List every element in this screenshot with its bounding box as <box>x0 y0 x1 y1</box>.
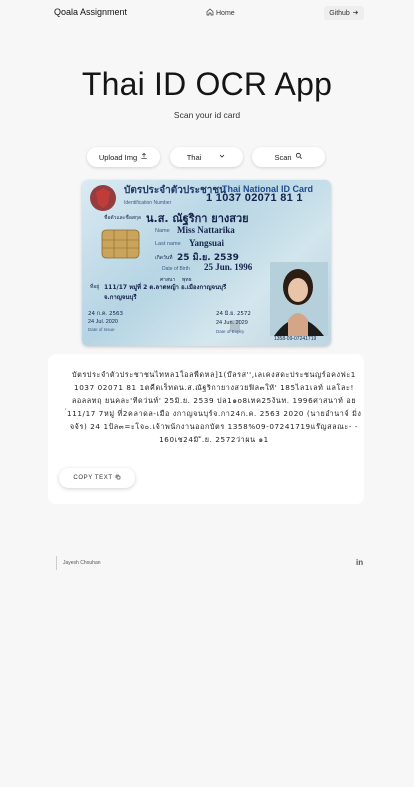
card-name-en: Miss Nattarika <box>177 225 235 235</box>
language-value: Thai <box>186 152 202 162</box>
card-id-label: Identification Number <box>124 200 172 206</box>
brand-title[interactable]: Qoala Assignment <box>54 7 127 17</box>
card-expiry-en: 24 Jun. 2029 <box>216 320 248 326</box>
footer-divider <box>56 556 57 570</box>
scan-button[interactable]: Scan <box>252 147 325 167</box>
card-id-number: 1 1037 02071 81 1 <box>206 192 303 204</box>
page-subtitle: Scan your id card <box>173 110 241 120</box>
card-issue-en: 24 Jul. 2020 <box>88 319 118 325</box>
copy-icon <box>115 474 121 482</box>
home-link[interactable]: Home <box>206 8 235 18</box>
card-dob-thai-label: เกิดวันที่ <box>155 255 173 261</box>
ocr-result-text: บัตรประจำตัวประชาชนไทหล1ใอลพืดหล]1(บ๊ลรส… <box>66 370 362 444</box>
card-name-label: Name <box>155 228 170 234</box>
upload-icon <box>140 152 148 162</box>
arrow-right-icon <box>352 9 359 18</box>
home-label: Home <box>216 9 235 17</box>
github-label: Github <box>329 9 350 17</box>
chip-icon <box>101 229 140 259</box>
card-dob-en: 25 Jun. 1996 <box>204 262 253 272</box>
card-last-name-en: Yangsuai <box>189 238 225 248</box>
card-name-thai-label: ชื่อตัวและชื่อสกุล <box>104 215 141 221</box>
language-select[interactable]: Thai <box>170 147 243 167</box>
card-last-name-label: Last name <box>155 241 181 247</box>
card-address-line2: จ.กาญจนบุรี <box>104 294 137 301</box>
linkedin-icon[interactable]: in <box>356 558 363 567</box>
card-address-line1: 111/17 หมู่ที่ 2 ต.ลาดหญ้า อ.เมืองกาญจนบ… <box>104 284 227 291</box>
card-expiry-thai: 24 มิ.ย. 2572 <box>216 311 251 317</box>
top-nav: Qoala Assignment Home Github <box>0 0 414 26</box>
upload-image-button[interactable]: Upload Img <box>87 147 160 167</box>
home-icon <box>206 8 214 18</box>
page-title: Thai ID OCR App <box>81 66 333 102</box>
upload-label: Upload Img <box>98 152 138 162</box>
card-dob-label: Date of Birth <box>162 266 190 272</box>
copy-text-button[interactable]: COPY TEXT <box>59 468 135 488</box>
id-card-image: บัตรประจำตัวประชาชน Thai National ID Car… <box>82 180 331 346</box>
search-icon <box>295 152 303 162</box>
card-expiry-label: Date of Expiry <box>216 329 245 334</box>
copy-text-label: COPY TEXT <box>73 475 113 481</box>
card-issue-thai: 24 ก.ค. 2563 <box>88 311 123 317</box>
footer-author: Jayesh Chouhan <box>63 560 101 566</box>
scan-label: Scan <box>274 152 292 162</box>
card-address-label: ที่อยู่ <box>90 284 100 290</box>
garuda-emblem-icon <box>90 185 116 211</box>
portrait-photo <box>270 262 328 336</box>
card-doc-number: 1358-09-07241719 <box>274 336 317 342</box>
chevron-down-icon <box>218 152 226 162</box>
card-issue-label: Date of Issue <box>88 327 115 332</box>
github-button[interactable]: Github <box>324 6 364 20</box>
